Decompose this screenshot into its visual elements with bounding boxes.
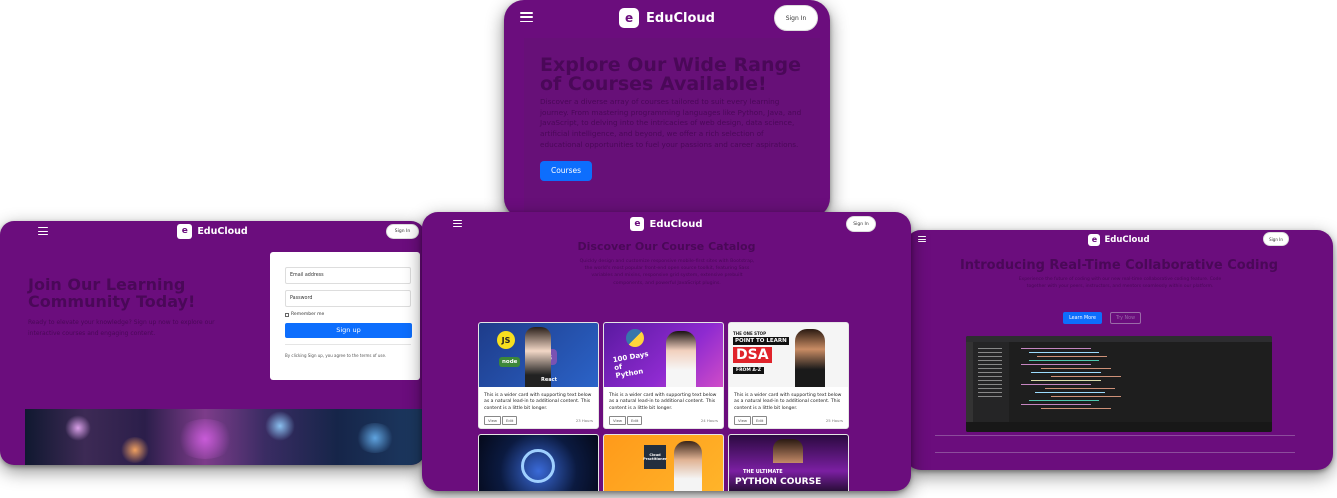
divider bbox=[935, 452, 1295, 453]
catalog-page-screenshot: e EduCloud Sign In Discover Our Course C… bbox=[422, 212, 911, 491]
brand[interactable]: e EduCloud bbox=[630, 217, 703, 231]
remember-me-checkbox[interactable]: Remember me bbox=[285, 312, 411, 317]
course-thumbnail: THE ONE STOP POINT TO LEARN DSA FROM A-Z bbox=[729, 323, 848, 387]
code-editor-image bbox=[966, 336, 1272, 432]
brand[interactable]: e EduCloud bbox=[1088, 233, 1150, 246]
course-card-text: This is a wider card with supporting tex… bbox=[484, 393, 592, 411]
hamburger-menu-icon[interactable] bbox=[453, 220, 462, 227]
course-card[interactable]: Cloud Practitioner bbox=[603, 434, 724, 491]
course-thumbnail: 100 Days of Python bbox=[604, 323, 723, 387]
page-title: Discover Our Course Catalog bbox=[577, 240, 756, 253]
course-card[interactable]: JS node B React This is a wider card wit… bbox=[478, 322, 599, 429]
educloud-logo-icon: e bbox=[1088, 233, 1101, 246]
courses-button[interactable]: Courses bbox=[540, 160, 592, 181]
divider bbox=[935, 435, 1295, 436]
hamburger-menu-icon[interactable] bbox=[918, 236, 926, 242]
view-button[interactable]: View bbox=[734, 416, 752, 426]
brand[interactable]: e EduCloud bbox=[619, 8, 715, 28]
course-card-text: This is a wider card with supporting tex… bbox=[734, 393, 842, 411]
signup-form: Email address Password Remember me Sign … bbox=[270, 252, 420, 380]
showcase-stage: e EduCloud Sign In Explore Our Wide Rang… bbox=[0, 0, 1337, 498]
sign-in-button[interactable]: Sign In bbox=[774, 5, 818, 31]
navbar: e EduCloud Sign In bbox=[504, 0, 830, 36]
edit-button[interactable]: Edit bbox=[502, 416, 518, 426]
course-thumbnail: THE ULTIMATE PYTHON COURSE bbox=[729, 435, 848, 491]
learn-more-button[interactable]: Learn More bbox=[1063, 312, 1102, 324]
signup-page-screenshot: e EduCloud Sign In Join Our Learning Com… bbox=[0, 221, 425, 465]
brand-name: EduCloud bbox=[197, 225, 248, 237]
brand[interactable]: e EduCloud bbox=[177, 223, 248, 239]
page-title: Introducing Real-Time Collaborative Codi… bbox=[959, 258, 1279, 273]
brand-name: EduCloud bbox=[649, 218, 703, 230]
educloud-logo-icon: e bbox=[177, 223, 193, 239]
page-description: Discover a diverse array of courses tail… bbox=[540, 97, 802, 149]
course-duration: 23 Hours bbox=[575, 418, 593, 424]
course-thumbnail bbox=[479, 435, 598, 491]
course-card[interactable]: THE ULTIMATE PYTHON COURSE bbox=[728, 434, 849, 491]
course-card-footer: View Edit 23 Hours bbox=[479, 412, 598, 426]
hamburger-menu-icon[interactable] bbox=[38, 227, 48, 235]
courses-hero: Explore Our Wide Range of Courses Availa… bbox=[524, 38, 820, 218]
hamburger-menu-icon[interactable] bbox=[520, 12, 533, 22]
email-field[interactable]: Email address bbox=[285, 267, 411, 284]
sign-in-button[interactable]: Sign In bbox=[846, 216, 876, 232]
view-button[interactable]: View bbox=[609, 416, 627, 426]
navbar: e EduCloud Sign In bbox=[422, 212, 911, 236]
page-description: Quickly design and customize responsive … bbox=[579, 259, 755, 286]
course-card-text: This is a wider card with supporting tex… bbox=[609, 393, 717, 411]
course-duration: 25 Hours bbox=[825, 418, 843, 424]
course-thumbnail: Cloud Practitioner bbox=[604, 435, 723, 491]
course-duration: 24 Hours bbox=[700, 418, 718, 424]
sign-in-button[interactable]: Sign In bbox=[386, 224, 419, 239]
course-card[interactable]: THE ONE STOP POINT TO LEARN DSA FROM A-Z… bbox=[728, 322, 849, 429]
password-field[interactable]: Password bbox=[285, 290, 411, 307]
course-card-footer: View Edit 25 Hours bbox=[729, 412, 848, 426]
sign-in-button[interactable]: Sign In bbox=[1263, 232, 1289, 246]
collab-page-screenshot: e EduCloud Sign In Introducing Real-Time… bbox=[905, 230, 1333, 470]
divider bbox=[285, 343, 411, 345]
navbar: e EduCloud Sign In bbox=[905, 230, 1333, 249]
page-title: Explore Our Wide Range of Courses Availa… bbox=[540, 54, 801, 95]
course-card[interactable] bbox=[478, 434, 599, 491]
courses-page-screenshot: e EduCloud Sign In Explore Our Wide Rang… bbox=[504, 0, 830, 218]
sign-up-button[interactable]: Sign up bbox=[285, 322, 412, 338]
page-title: Join Our Learning Community Today! bbox=[28, 275, 196, 311]
educloud-logo-icon: e bbox=[630, 217, 645, 231]
brand-name: EduCloud bbox=[646, 10, 715, 26]
educloud-logo-icon: e bbox=[619, 8, 640, 28]
checkbox-icon bbox=[285, 312, 289, 317]
brand-name: EduCloud bbox=[1104, 234, 1150, 245]
edit-button[interactable]: Edit bbox=[627, 416, 643, 426]
try-now-button[interactable]: Try Now bbox=[1110, 312, 1141, 324]
page-description: Experience the future of coding with our… bbox=[1018, 277, 1222, 289]
view-button[interactable]: View bbox=[484, 416, 502, 426]
navbar: e EduCloud Sign In bbox=[0, 221, 425, 241]
remember-me-label: Remember me bbox=[291, 312, 325, 317]
edit-button[interactable]: Edit bbox=[752, 416, 768, 426]
terms-text: By clicking Sign up, you agree to the te… bbox=[285, 352, 387, 358]
course-card-footer: View Edit 24 Hours bbox=[604, 412, 723, 426]
hero-banner-image bbox=[25, 409, 425, 465]
course-thumbnail: JS node B React bbox=[479, 323, 598, 387]
action-buttons: Learn More Try Now bbox=[1063, 312, 1141, 324]
course-card[interactable]: 100 Days of Python This is a wider card wi… bbox=[603, 322, 724, 429]
page-description: Ready to elevate your knowledge? Sign up… bbox=[28, 319, 215, 337]
